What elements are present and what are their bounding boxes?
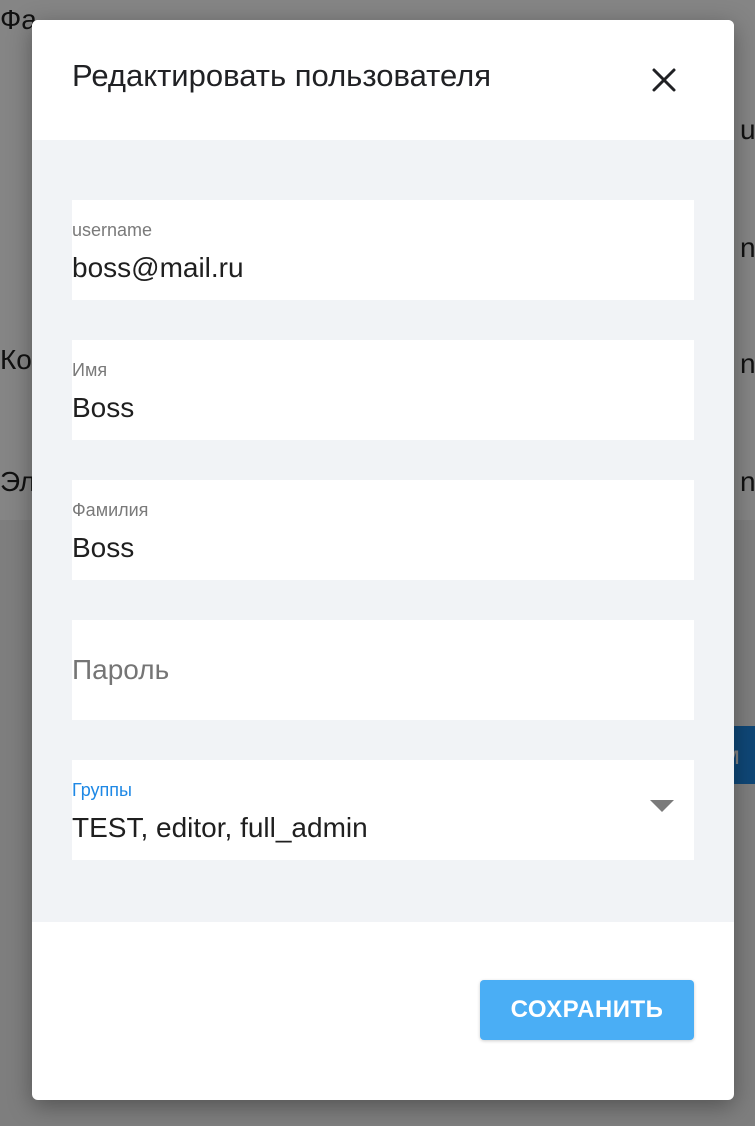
password-field[interactable]: Пароль xyxy=(72,620,694,720)
groups-label: Группы xyxy=(72,780,132,800)
close-icon xyxy=(652,68,676,92)
edit-user-dialog: Редактировать пользователя username boss… xyxy=(32,20,734,1100)
groups-select[interactable]: Группы TEST, editor, full_admin xyxy=(72,760,694,860)
last-name-label: Фамилия xyxy=(72,500,149,520)
last-name-field[interactable]: Фамилия Boss xyxy=(72,480,694,580)
dialog-body: username boss@mail.ru Имя Boss Фамилия B… xyxy=(32,140,734,922)
password-placeholder: Пароль xyxy=(72,654,170,685)
dialog-header: Редактировать пользователя xyxy=(32,20,734,140)
username-value: boss@mail.ru xyxy=(72,252,244,283)
save-button[interactable]: СОХРАНИТЬ xyxy=(480,980,694,1040)
username-field[interactable]: username boss@mail.ru xyxy=(72,200,694,300)
first-name-label: Имя xyxy=(72,360,108,380)
first-name-field[interactable]: Имя Boss xyxy=(72,340,694,440)
groups-value: TEST, editor, full_admin xyxy=(72,812,368,843)
last-name-value: Boss xyxy=(72,532,135,563)
chevron-down-icon[interactable] xyxy=(650,800,674,814)
dialog-title: Редактировать пользователя xyxy=(72,58,492,93)
first-name-value: Boss xyxy=(72,392,135,423)
username-label: username xyxy=(72,220,153,240)
close-button[interactable] xyxy=(644,60,684,100)
